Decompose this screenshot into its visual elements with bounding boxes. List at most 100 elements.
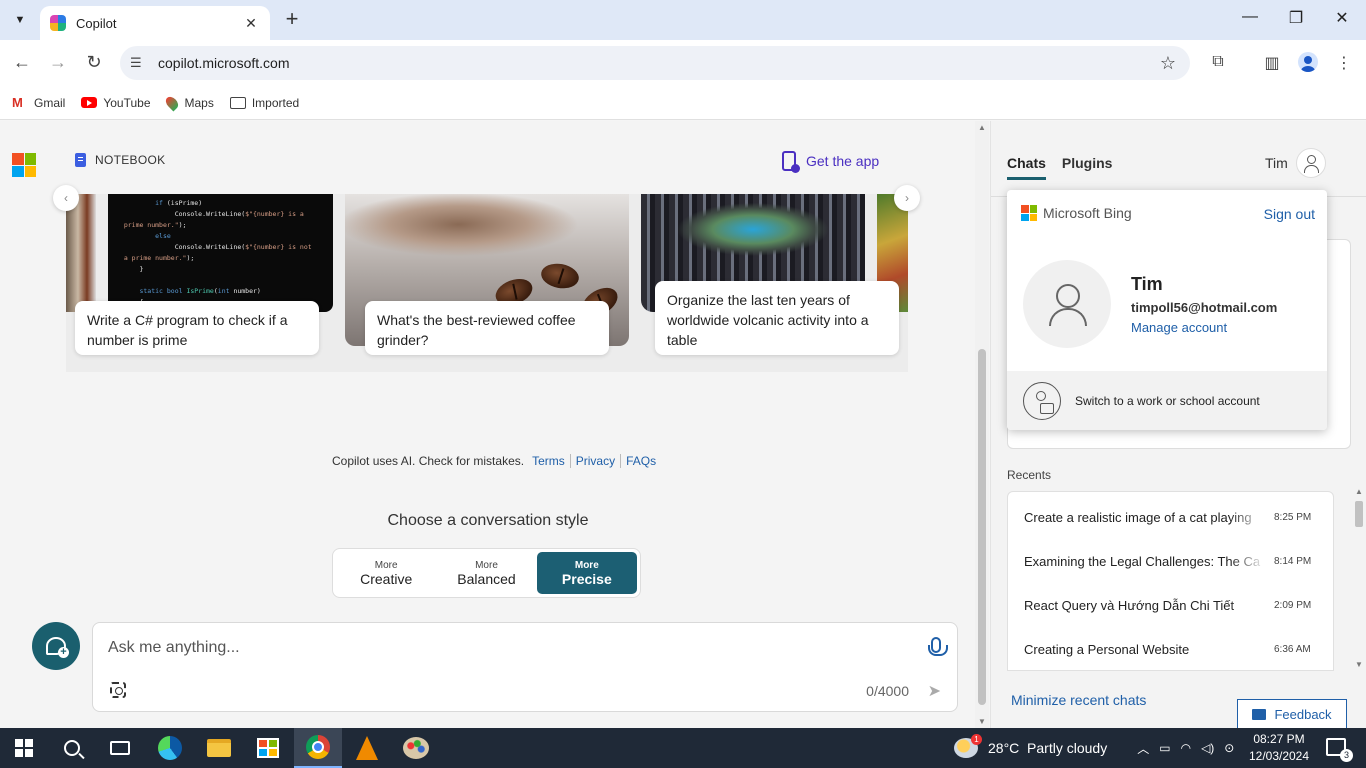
microsoft-logo-icon bbox=[1021, 205, 1037, 221]
side-panel-icon[interactable]: ▥ bbox=[1262, 53, 1282, 73]
ask-input[interactable] bbox=[108, 637, 888, 659]
extensions-icon[interactable]: ⧉ bbox=[1208, 53, 1228, 71]
notification-center-icon[interactable] bbox=[1326, 738, 1353, 762]
style-small-label: More bbox=[574, 559, 599, 571]
get-the-app-link[interactable]: Get the app bbox=[782, 151, 879, 173]
bookmark-youtube[interactable]: YouTube bbox=[81, 96, 151, 110]
suggestion-card-volcanic[interactable]: Organize the last ten years of worldwide… bbox=[655, 281, 899, 355]
clock-time: 08:27 PM bbox=[1253, 732, 1305, 746]
feedback-icon bbox=[1252, 708, 1267, 720]
microphone-icon[interactable] bbox=[928, 637, 948, 656]
user-name[interactable]: Tim bbox=[1265, 155, 1288, 171]
tab-search-dropdown[interactable]: ▼ bbox=[6, 7, 34, 33]
taskbar-edge[interactable] bbox=[146, 728, 194, 768]
send-icon[interactable]: ➤ bbox=[928, 681, 941, 701]
list-item[interactable]: React Query và Hướng Dẫn Chi Tiết 2:09 P… bbox=[1024, 598, 1314, 613]
weather-text[interactable]: 28°C Partly cloudy bbox=[988, 740, 1107, 756]
wifi-icon[interactable]: ◠ bbox=[1181, 741, 1191, 755]
suggestion-card-csharp[interactable]: Write a C# program to check if a number … bbox=[75, 301, 319, 355]
recent-time: 8:14 PM bbox=[1274, 556, 1312, 567]
chevron-up-icon[interactable]: ︿ bbox=[1137, 740, 1149, 757]
new-tab-button[interactable]: + bbox=[282, 8, 302, 30]
maps-icon bbox=[163, 94, 180, 111]
account-avatar-icon bbox=[1023, 260, 1111, 348]
profile-avatar-icon[interactable] bbox=[1298, 52, 1318, 72]
style-precise-button[interactable]: More Precise bbox=[536, 552, 637, 594]
scroll-up-icon[interactable]: ▲ bbox=[1355, 487, 1363, 496]
bookmark-label: Maps bbox=[184, 95, 214, 110]
scroll-up-icon[interactable]: ▲ bbox=[978, 123, 986, 132]
disclaimer-text: Copilot uses AI. Check for mistakes. bbox=[332, 454, 525, 468]
user-avatar-icon[interactable] bbox=[1296, 148, 1326, 178]
tab-copilot[interactable]: Copilot ✕ bbox=[40, 6, 270, 40]
new-topic-button[interactable]: + bbox=[32, 622, 80, 670]
forward-button[interactable]: → bbox=[46, 52, 70, 73]
scroll-down-icon[interactable]: ▼ bbox=[978, 717, 986, 726]
microsoft-logo-icon[interactable] bbox=[12, 153, 36, 177]
list-item[interactable]: Create a realistic image of a cat playin… bbox=[1024, 510, 1314, 525]
taskbar-vlc[interactable] bbox=[343, 728, 391, 768]
copilot-favicon-icon bbox=[50, 15, 66, 31]
recents-scrollbar[interactable]: ▲ ▼ bbox=[1353, 487, 1365, 669]
taskbar-file-explorer[interactable] bbox=[195, 728, 243, 768]
terms-link[interactable]: Terms bbox=[532, 454, 565, 468]
reload-button[interactable]: ↻ bbox=[82, 52, 106, 73]
clock[interactable]: 08:27 PM 12/03/2024 bbox=[1244, 731, 1314, 765]
minimize-recent-chats-link[interactable]: Minimize recent chats bbox=[1011, 692, 1146, 708]
taskbar-store[interactable] bbox=[244, 728, 292, 768]
visual-search-icon[interactable] bbox=[110, 682, 126, 698]
address-bar[interactable]: ☰ copilot.microsoft.com ☆ bbox=[120, 46, 1190, 80]
task-view-button[interactable] bbox=[96, 728, 144, 768]
style-balanced-button[interactable]: More Balanced bbox=[436, 552, 536, 594]
manage-account-link[interactable]: Manage account bbox=[1131, 320, 1227, 335]
edge-icon bbox=[158, 736, 182, 760]
tab-strip: ▼ Copilot ✕ + — ❐ ✕ bbox=[0, 0, 1366, 40]
phone-icon bbox=[782, 151, 800, 173]
chevron-left-icon: ‹ bbox=[64, 191, 68, 205]
tab-title: Copilot bbox=[76, 15, 117, 31]
sign-out-link[interactable]: Sign out bbox=[1264, 206, 1315, 222]
taskbar-search-button[interactable] bbox=[48, 728, 96, 768]
faqs-link[interactable]: FAQs bbox=[626, 454, 656, 468]
feedback-button[interactable]: Feedback bbox=[1237, 699, 1347, 729]
style-small-label: More bbox=[475, 559, 498, 571]
privacy-link[interactable]: Privacy bbox=[576, 454, 615, 468]
search-icon bbox=[64, 740, 80, 756]
bookmark-maps[interactable]: Maps bbox=[163, 94, 214, 111]
style-creative-button[interactable]: More Creative bbox=[336, 552, 436, 594]
bookmark-gmail[interactable]: Gmail bbox=[12, 95, 65, 110]
divider bbox=[569, 454, 571, 468]
style-big-label: Precise bbox=[561, 570, 612, 587]
scroll-down-icon[interactable]: ▼ bbox=[1355, 660, 1363, 669]
tab-plugins[interactable]: Plugins bbox=[1062, 155, 1113, 180]
battery-icon[interactable]: ▭ bbox=[1159, 741, 1170, 755]
bookmark-imported[interactable]: Imported bbox=[229, 96, 299, 110]
carousel-prev-button[interactable]: ‹ bbox=[53, 185, 79, 211]
site-info-icon[interactable]: ☰ bbox=[130, 55, 150, 71]
restore-window-button[interactable]: ❐ bbox=[1286, 8, 1306, 28]
suggestion-card-coffee[interactable]: What's the best-reviewed coffee grinder? bbox=[365, 301, 609, 355]
weather-icon[interactable] bbox=[954, 734, 982, 758]
back-button[interactable]: ← bbox=[10, 52, 34, 73]
scrollbar-thumb[interactable] bbox=[978, 349, 986, 705]
switch-account-button[interactable]: Switch to a work or school account bbox=[1007, 371, 1327, 430]
start-button[interactable] bbox=[0, 728, 48, 768]
char-counter: 0/4000 bbox=[866, 683, 909, 699]
carousel-next-button[interactable]: › bbox=[894, 185, 920, 211]
tab-chats[interactable]: Chats bbox=[1007, 155, 1046, 180]
account-name: Tim bbox=[1131, 274, 1163, 294]
close-window-button[interactable]: ✕ bbox=[1332, 8, 1352, 28]
settings-icon[interactable]: ⊙ bbox=[1224, 741, 1234, 755]
scrollbar-thumb[interactable] bbox=[1355, 501, 1363, 527]
close-tab-icon[interactable]: ✕ bbox=[242, 15, 260, 32]
list-item[interactable]: Examining the Legal Challenges: The Ca 8… bbox=[1024, 554, 1314, 569]
bookmark-star-icon[interactable]: ☆ bbox=[1160, 53, 1176, 74]
minimize-window-button[interactable]: — bbox=[1240, 8, 1260, 26]
browser-menu-icon[interactable]: ⋮ bbox=[1334, 53, 1354, 73]
taskbar-paint[interactable] bbox=[392, 728, 440, 768]
list-item[interactable]: Creating a Personal Website 6:36 AM bbox=[1024, 642, 1314, 657]
volume-icon[interactable]: ◁) bbox=[1201, 741, 1214, 755]
page-scrollbar[interactable]: ▲ ▼ bbox=[975, 121, 989, 728]
taskbar-chrome[interactable] bbox=[294, 728, 342, 768]
notebook-button[interactable]: NOTEBOOK bbox=[75, 153, 165, 167]
